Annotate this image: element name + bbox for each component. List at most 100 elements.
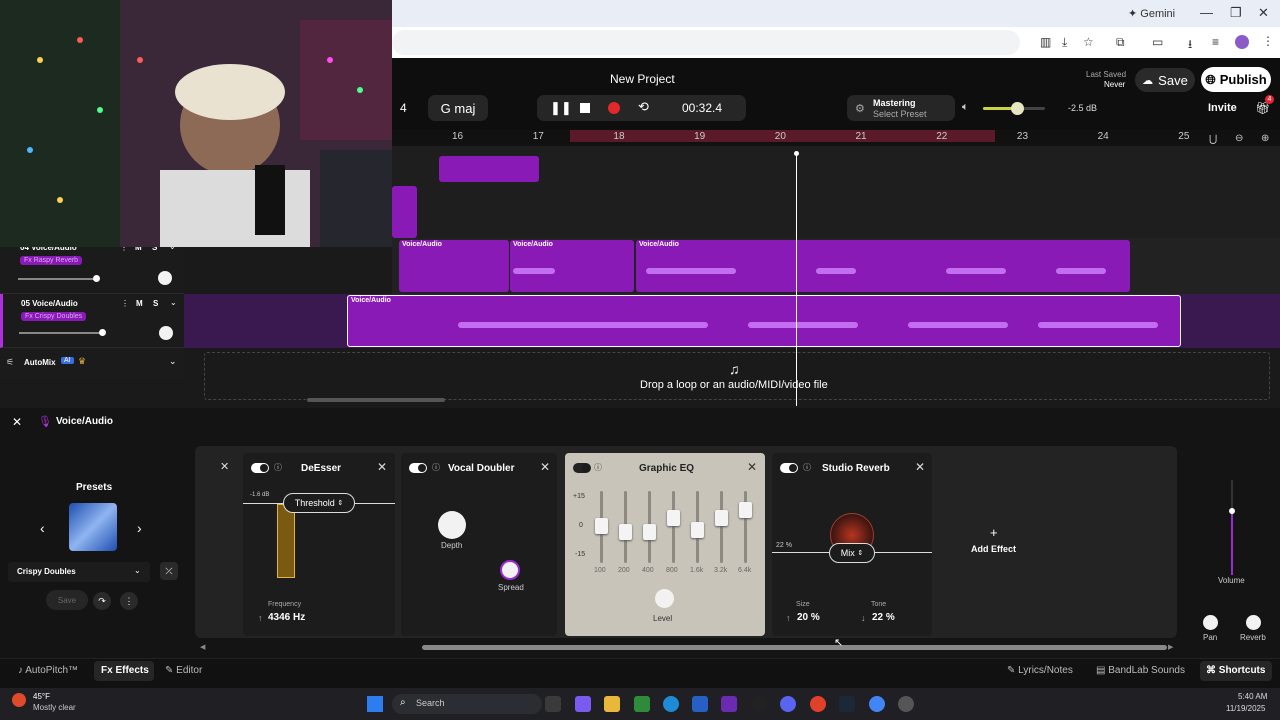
mix-selector[interactable]: Mix ⇕ [829, 543, 875, 563]
edge-icon[interactable] [663, 696, 679, 712]
plus-icon[interactable]: + [990, 525, 998, 540]
preset-save-button[interactable]: Save [46, 590, 88, 610]
eq-band-slider[interactable] [720, 491, 723, 563]
solo-button[interactable]: S [153, 299, 158, 308]
eq-band-thumb[interactable] [715, 510, 728, 526]
add-effect-button[interactable]: Add Effect [971, 544, 1016, 554]
task-view-icon[interactable] [545, 696, 561, 712]
pan-knob[interactable] [1203, 615, 1218, 630]
maximize-icon[interactable]: ❐ [1230, 5, 1242, 21]
address-bar[interactable] [392, 30, 1020, 55]
master-volume-thumb[interactable] [1011, 102, 1025, 115]
chrome-icon[interactable] [810, 696, 826, 712]
eq-band-thumb[interactable] [667, 510, 680, 526]
invite-button[interactable]: Invite [1208, 102, 1237, 114]
clock-time[interactable]: 5:40 AM [1238, 692, 1267, 701]
track-pan-knob[interactable] [158, 271, 172, 285]
track-fx-chip[interactable]: Fx Crispy Doubles [21, 312, 87, 321]
download-icon[interactable]: ⭳ [1188, 35, 1192, 56]
zoom-in-icon[interactable]: ⊕ [1261, 133, 1269, 144]
clip[interactable]: Voice/Audio [399, 240, 509, 292]
record-icon[interactable] [608, 102, 620, 114]
eq-level-knob[interactable] [655, 589, 674, 608]
weather-desc[interactable]: Mostly clear [33, 703, 76, 712]
eq-band-thumb[interactable] [595, 518, 608, 534]
eq-band-thumb[interactable] [691, 522, 704, 538]
obs-icon[interactable] [751, 696, 767, 712]
close-chain-icon[interactable]: ✕ [220, 460, 229, 473]
info-icon[interactable]: ⓘ [432, 462, 440, 473]
info-icon[interactable]: ⓘ [274, 462, 282, 473]
copilot-icon[interactable] [575, 696, 591, 712]
fx-chain-scrollbar[interactable] [422, 645, 1167, 650]
save-button[interactable]: ☁ Save [1135, 68, 1195, 92]
size-knob-icon[interactable]: ↑ [786, 613, 791, 623]
magnet-icon[interactable]: ⋃ [1209, 134, 1217, 145]
publish-button[interactable]: 🌐︎ Publish [1201, 67, 1271, 92]
minimize-icon[interactable]: — [1200, 5, 1213, 20]
zoom-out-icon[interactable]: ⊖ [1235, 133, 1243, 144]
app-icon[interactable] [721, 696, 737, 712]
eq-toggle[interactable] [573, 463, 591, 473]
scroll-right-icon[interactable]: ▶ [1168, 643, 1173, 651]
depth-knob[interactable] [438, 511, 466, 539]
key-selector[interactable]: G maj [428, 95, 488, 121]
eq-band-thumb[interactable] [619, 524, 632, 540]
eq-band-slider[interactable] [672, 491, 675, 563]
preset-dropdown[interactable]: Crispy Doubles ⌄ [8, 562, 150, 582]
reverb-toggle[interactable] [780, 463, 798, 473]
pause-icon[interactable]: ❚❚ [550, 100, 572, 116]
eq-band-thumb[interactable] [643, 524, 656, 540]
discord-icon[interactable] [780, 696, 796, 712]
track-volume-slider[interactable] [18, 278, 98, 280]
playhead[interactable] [796, 154, 797, 406]
gemini-button[interactable]: ✦ Gemini [1128, 7, 1175, 20]
store-icon[interactable] [692, 696, 708, 712]
tone-knob-icon[interactable]: ↓ [861, 613, 866, 623]
split-view-icon[interactable]: ▭ [1152, 35, 1163, 49]
playhead-handle[interactable] [794, 151, 799, 156]
timeline-scrollbar[interactable] [307, 398, 445, 402]
track-pan-knob[interactable] [159, 326, 173, 340]
windows-start-icon[interactable] [367, 696, 383, 712]
preset-prev-icon[interactable]: ‹ [40, 520, 45, 536]
stop-icon[interactable] [580, 103, 590, 113]
speaker-icon[interactable]: 🔈︎ [962, 101, 969, 114]
clip-partial-2[interactable] [392, 186, 417, 238]
browser-menu-icon[interactable]: ⋮ [1262, 34, 1274, 48]
weather-temp[interactable]: 45°F [33, 692, 50, 701]
threshold-selector[interactable]: Threshold ⇕ [283, 493, 355, 513]
track-volume-slider[interactable] [19, 332, 103, 334]
deesser-toggle[interactable] [251, 463, 269, 473]
weather-icon[interactable] [12, 693, 26, 707]
bypass-all-icon[interactable]: ⤫ [160, 562, 178, 580]
close-panel-icon[interactable]: ✕ [12, 415, 22, 429]
project-title[interactable]: New Project [610, 72, 675, 86]
settings-icon[interactable] [898, 696, 914, 712]
preset-menu-icon[interactable]: ⋮ [120, 592, 138, 610]
reverb-send-knob[interactable] [1246, 615, 1261, 630]
clip[interactable]: Voice/Audio [510, 240, 634, 292]
close-window-icon[interactable]: ✕ [1258, 5, 1269, 21]
clip-selected[interactable]: Voice/Audio [347, 295, 1181, 347]
track-menu-icon[interactable]: ⋮ [121, 299, 129, 308]
track-header-05[interactable]: 05 Voice/Audio Fx Crispy Doubles ⋮ M S ⌄ [0, 294, 184, 348]
info-icon[interactable]: ⓘ [803, 462, 811, 473]
share-icon[interactable]: ↷ [93, 592, 111, 610]
track-name[interactable]: Voice/Audio [32, 299, 78, 308]
preset-next-icon[interactable]: › [137, 520, 142, 536]
install-icon[interactable]: ⤓ [1062, 35, 1067, 50]
mute-button[interactable]: M [136, 299, 143, 308]
taskbar-search[interactable]: ⌕ Search [392, 694, 542, 714]
scroll-left-icon[interactable]: ◀ [200, 643, 205, 651]
clock-date[interactable]: 11/19/2025 [1226, 704, 1265, 713]
close-effect-icon[interactable]: ✕ [915, 460, 925, 474]
volume-fader-thumb[interactable] [1229, 508, 1235, 514]
tone-value[interactable]: 22 % [872, 612, 895, 623]
track-fx-chip[interactable]: Fx Raspy Reverb [20, 256, 83, 265]
profile-avatar[interactable] [1235, 35, 1249, 49]
close-effect-icon[interactable]: ✕ [377, 460, 387, 474]
frequency-band[interactable] [277, 504, 295, 578]
loop-icon[interactable]: ⟲ [638, 99, 649, 115]
chevron-down-icon[interactable]: ⌄ [170, 298, 177, 307]
